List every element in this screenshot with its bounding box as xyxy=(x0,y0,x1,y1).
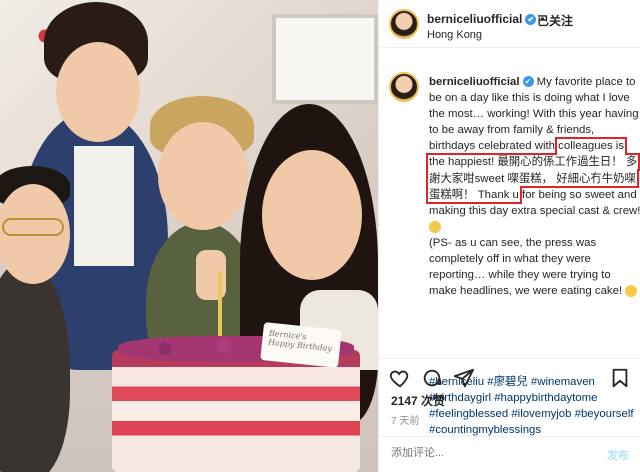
cake-plaque: Bernice's Happy Birthday xyxy=(260,322,342,368)
post-header: berniceliuofficial ✔ • 已关注 Hong Kong xyxy=(379,0,640,48)
caption-verified-icon: ✔ xyxy=(522,76,534,88)
birthday-candle xyxy=(218,272,222,342)
post-side-panel: berniceliuofficial ✔ • 已关注 Hong Kong berni… xyxy=(378,0,640,472)
person-face xyxy=(56,42,140,142)
post-actions-bar xyxy=(379,358,640,394)
comment-icon[interactable] xyxy=(421,367,443,389)
smiling-face-emoji-icon xyxy=(429,220,441,233)
person-shirt xyxy=(74,146,134,266)
header-username[interactable]: berniceliuofficial ✔ • xyxy=(427,12,549,26)
post-comment-button[interactable]: 发布 xyxy=(607,447,629,463)
eyeglasses xyxy=(2,218,64,236)
caption-avatar[interactable] xyxy=(389,72,419,102)
birthday-cake xyxy=(112,350,360,472)
post-location[interactable]: Hong Kong xyxy=(427,29,482,41)
share-icon[interactable] xyxy=(453,367,475,389)
follow-status-button[interactable]: 已关注 xyxy=(537,12,573,29)
photo-window xyxy=(272,14,378,104)
caption-ps: (PS- as u can see, the press was complet… xyxy=(429,236,626,298)
person-blond-face xyxy=(158,122,248,230)
comment-input[interactable] xyxy=(391,447,581,459)
likes-count[interactable]: 2147 次赞 xyxy=(391,392,445,409)
woman-face xyxy=(262,150,362,280)
grinning-face-emoji-icon xyxy=(625,285,638,298)
post-timestamp[interactable]: 7 天前 xyxy=(391,412,419,427)
post-photo[interactable]: Bernice's Happy Birthday xyxy=(0,0,378,472)
comment-bar: 发布 xyxy=(379,436,640,472)
verified-badge-icon: ✔ xyxy=(525,14,537,26)
caption-username[interactable]: berniceliuofficial xyxy=(429,76,520,88)
header-avatar[interactable] xyxy=(389,9,419,39)
username-text[interactable]: berniceliuofficial xyxy=(427,12,522,26)
caption-text: berniceliuofficial ✔ My favorite place to… xyxy=(425,74,640,299)
heart-icon[interactable] xyxy=(389,367,411,389)
bookmark-icon[interactable] xyxy=(609,367,631,389)
